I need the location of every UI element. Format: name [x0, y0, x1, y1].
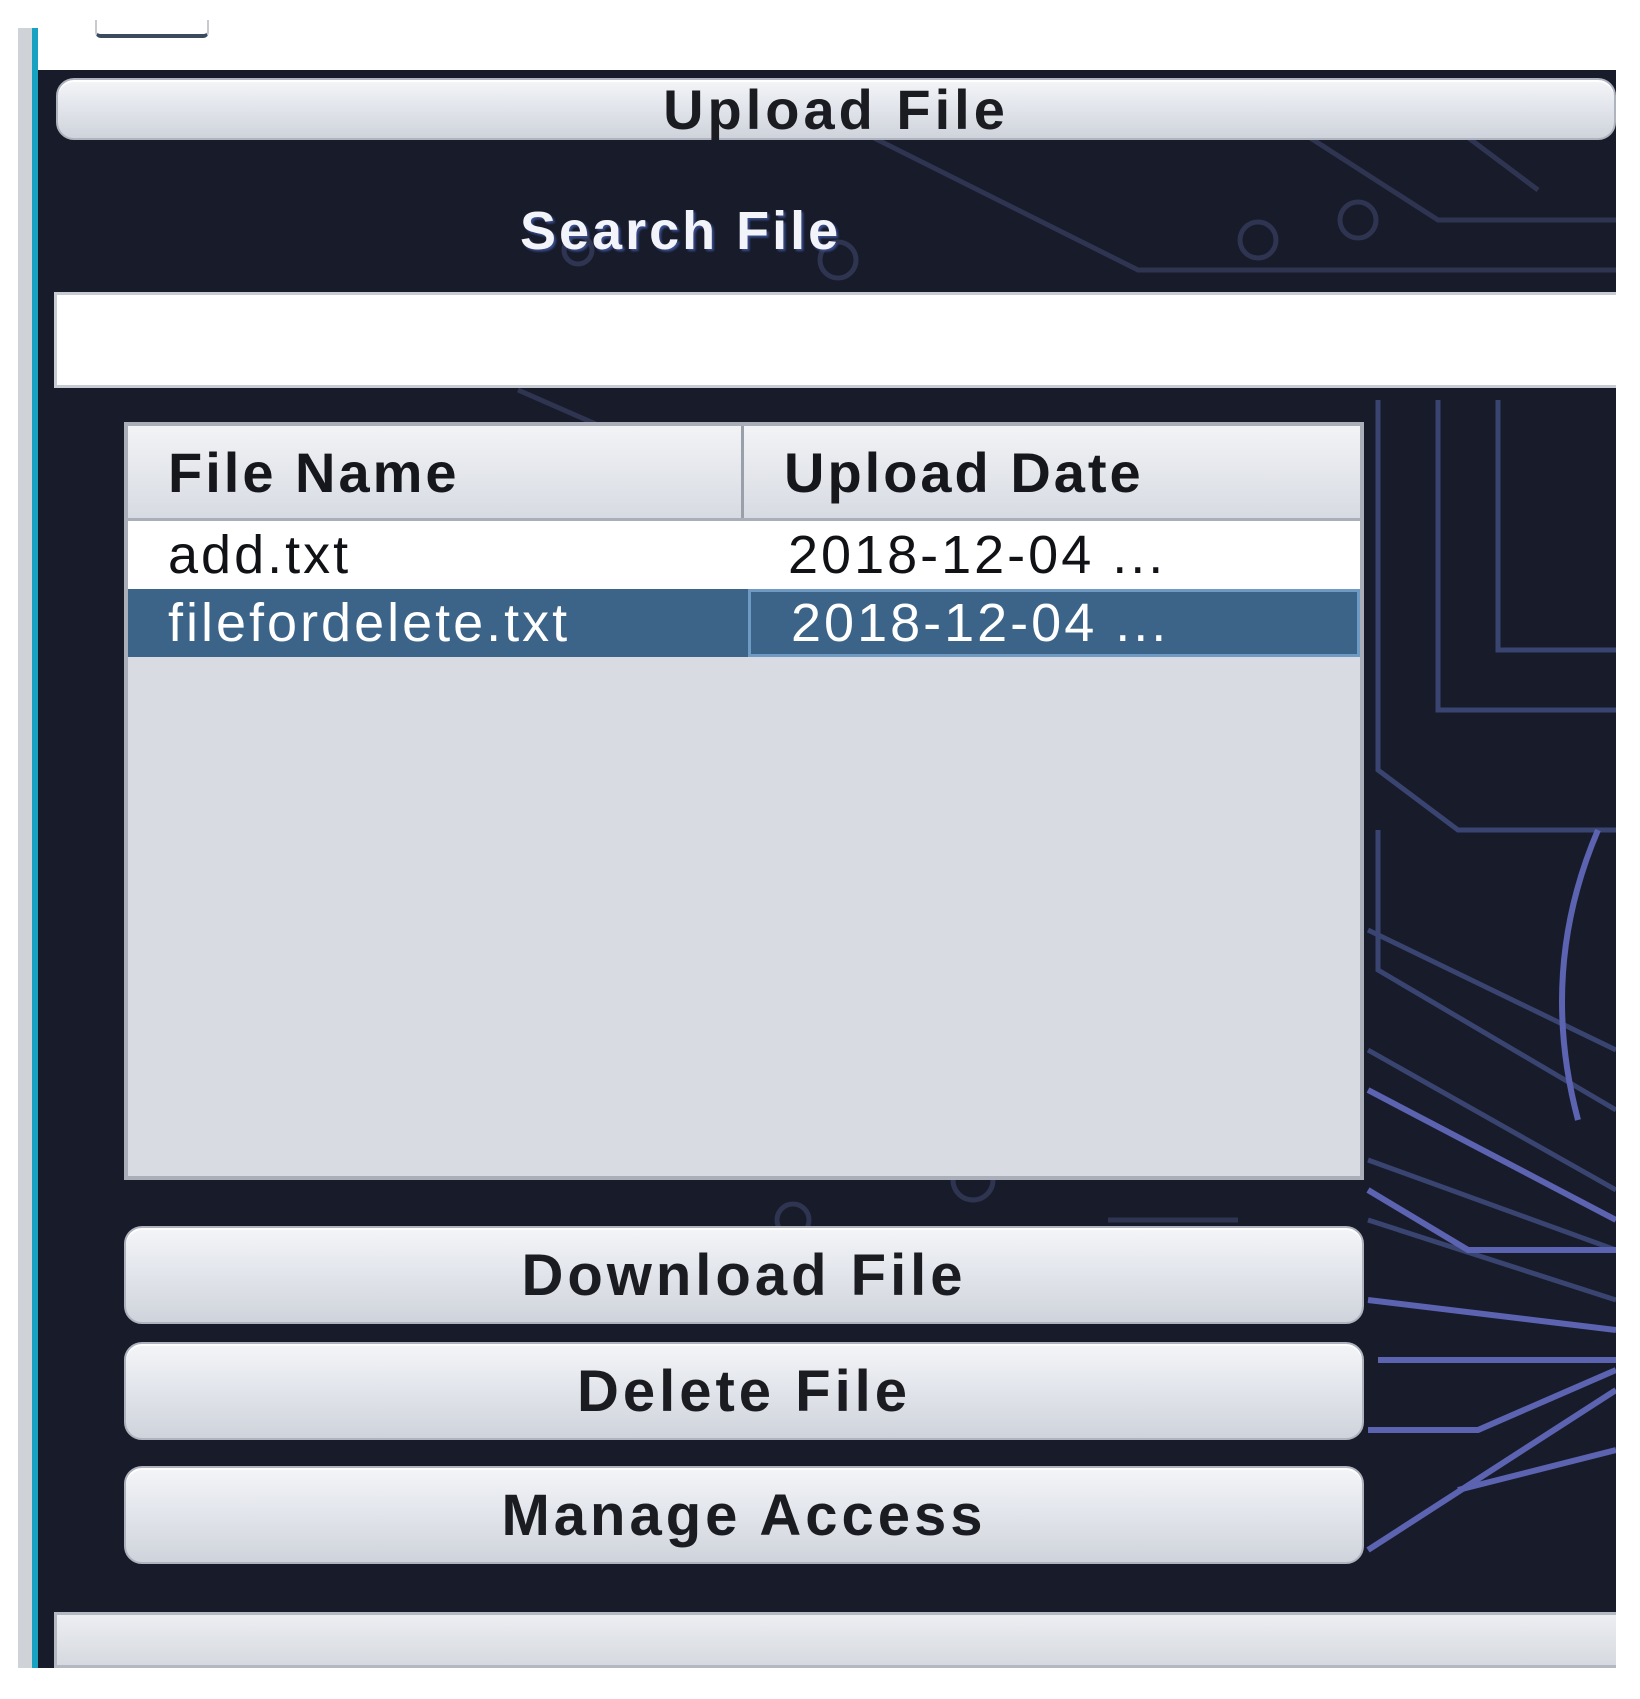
upload-file-button[interactable]: Upload File: [56, 78, 1616, 141]
search-input[interactable]: [54, 292, 1616, 388]
table-row-selected[interactable]: filefordelete.txt 2018-12-04 ...: [128, 589, 1360, 657]
window-tab-handle[interactable]: [95, 20, 209, 38]
status-bar: [54, 1612, 1616, 1668]
search-file-label: Search File: [520, 201, 842, 261]
manage-access-button[interactable]: Manage Access: [124, 1466, 1364, 1564]
file-name-cell[interactable]: filefordelete.txt: [128, 589, 744, 657]
file-name-cell[interactable]: add.txt: [128, 521, 744, 589]
download-file-button[interactable]: Download File: [124, 1226, 1364, 1324]
window-border: [18, 28, 32, 1668]
files-table[interactable]: File Name Upload Date add.txt 2018-12-04…: [124, 422, 1364, 1180]
upload-date-cell[interactable]: 2018-12-04 ...: [748, 521, 1360, 589]
table-row[interactable]: add.txt 2018-12-04 ...: [128, 521, 1360, 589]
delete-file-button[interactable]: Delete File: [124, 1342, 1364, 1440]
column-header-file-name[interactable]: File Name: [128, 426, 744, 518]
upload-date-cell[interactable]: 2018-12-04 ...: [748, 589, 1360, 657]
table-header: File Name Upload Date: [128, 426, 1360, 521]
file-manager-window: Upload File Search File File Name Upload…: [0, 0, 1640, 1699]
column-header-upload-date[interactable]: Upload Date: [744, 426, 1360, 518]
